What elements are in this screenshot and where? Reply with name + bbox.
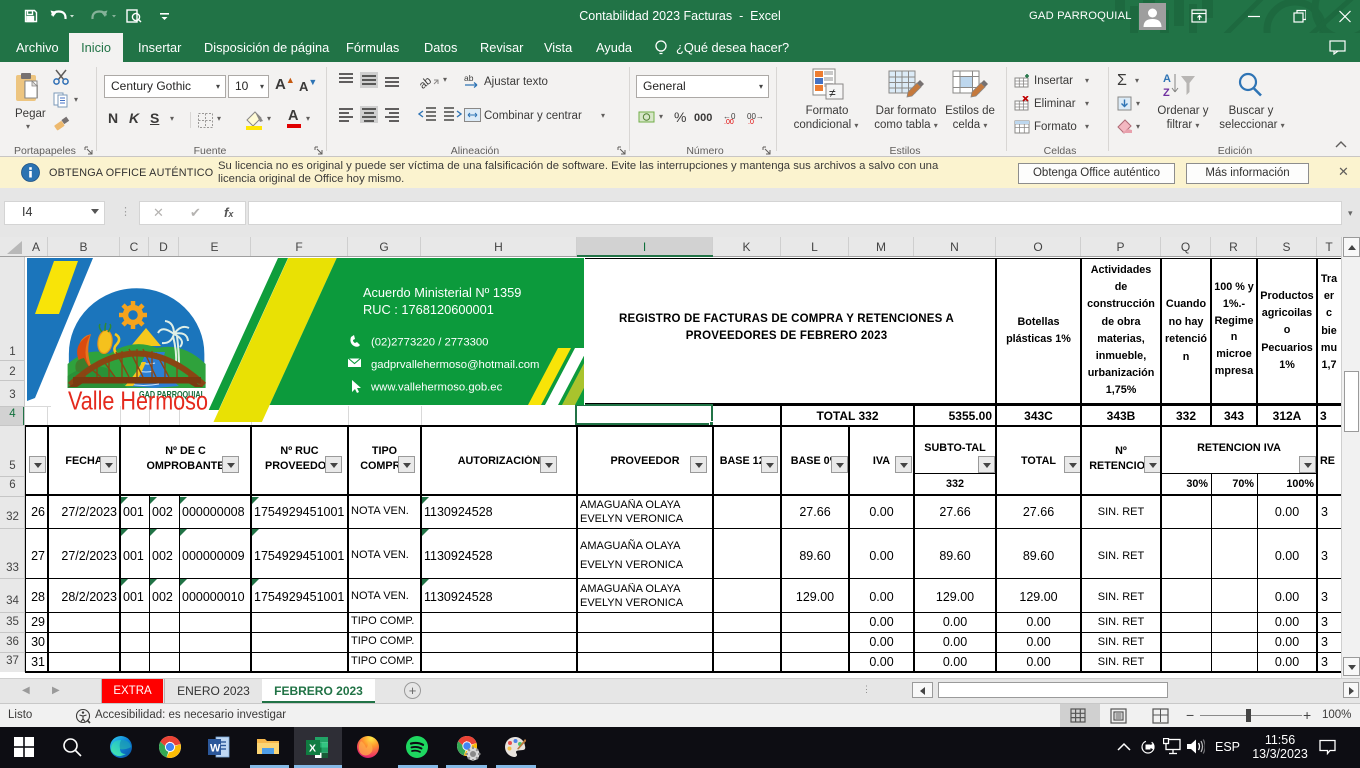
svg-text:X: X: [309, 743, 316, 755]
svg-text:RUC : 1768120600001: RUC : 1768120600001: [363, 302, 494, 317]
svg-text:gadprvallehermoso@hotmail.com: gadprvallehermoso@hotmail.com: [371, 359, 539, 371]
svg-text:www.vallehermoso.gob.ec: www.vallehermoso.gob.ec: [370, 382, 503, 394]
svg-text:W: W: [210, 743, 221, 755]
svg-text:(02)2773220 / 2773300: (02)2773220 / 2773300: [371, 337, 488, 349]
svg-text:Acuerdo Ministerial Nº 1359: Acuerdo Ministerial Nº 1359: [363, 285, 521, 300]
svg-text:Valle Hermoso: Valle Hermoso: [68, 386, 208, 416]
